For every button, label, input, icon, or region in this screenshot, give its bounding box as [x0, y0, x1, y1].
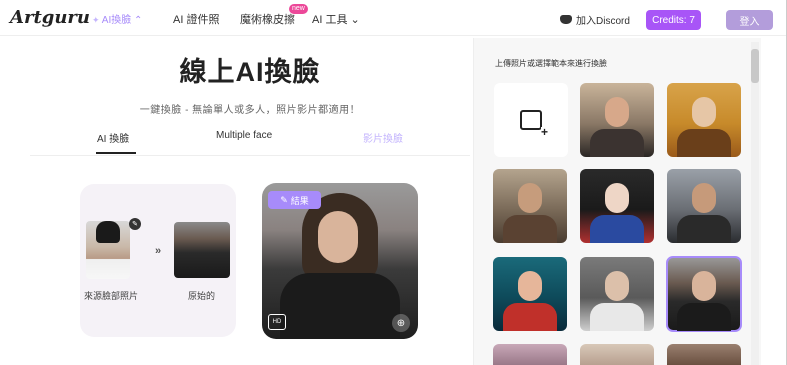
- tab-video-faceswap[interactable]: 影片換臉: [363, 130, 403, 145]
- top-header: Artguru ✦ AI換臉 ⌃ AI 證件照 魔術橡皮擦 new AI 工具 …: [0, 0, 787, 36]
- template-face: [518, 183, 542, 213]
- template-thumbnail[interactable]: [493, 344, 567, 365]
- template-thumbnail[interactable]: [667, 169, 741, 243]
- sparkle-icon: ✦: [92, 15, 100, 25]
- panel-scrollbar-thumb[interactable]: [751, 49, 759, 83]
- edit-icon[interactable]: ✎: [129, 218, 141, 230]
- source-face-image[interactable]: [86, 221, 130, 279]
- template-body: [503, 215, 557, 243]
- template-body: [590, 215, 644, 243]
- chevron-up-icon: ⌃: [134, 15, 143, 26]
- template-body: [590, 303, 644, 331]
- template-thumbnail[interactable]: [580, 344, 654, 365]
- nav-ai-faceswap-label: AI換臉: [101, 15, 132, 26]
- template-thumbnail-selected[interactable]: [666, 256, 742, 332]
- original-image[interactable]: [174, 222, 230, 278]
- result-badge: ✎ 結果: [268, 191, 321, 209]
- hd-icon[interactable]: HD: [268, 314, 286, 330]
- add-image-icon: [520, 110, 549, 137]
- wand-icon: ✎: [280, 194, 288, 205]
- login-button[interactable]: 登入: [726, 10, 773, 30]
- template-face: [605, 183, 629, 213]
- tab-multiple-face[interactable]: Multiple face: [216, 130, 272, 141]
- tab-ai-faceswap[interactable]: AI 換臉: [97, 130, 129, 145]
- source-face-label: 來源臉部照片: [84, 291, 139, 301]
- nav-magic-eraser[interactable]: 魔術橡皮擦: [240, 11, 295, 27]
- template-thumbnail[interactable]: [580, 257, 654, 331]
- template-face: [605, 271, 629, 301]
- result-badge-label: 結果: [290, 195, 309, 206]
- template-body: [503, 303, 557, 331]
- template-panel-hint: 上傳照片或選擇範本來進行換臉: [495, 59, 607, 68]
- template-body: [590, 129, 644, 157]
- panel-scrollbar[interactable]: [751, 42, 759, 365]
- new-badge: new: [289, 4, 308, 14]
- source-hair: [96, 221, 120, 243]
- result-jacket: [280, 273, 400, 339]
- mode-tabs: AI 換臉 Multiple face 影片換臉: [30, 126, 470, 156]
- template-body: [677, 129, 731, 157]
- nav-ai-tools-label: AI 工具: [312, 14, 348, 26]
- discord-label: 加入Discord: [576, 16, 630, 27]
- template-thumbnail[interactable]: [667, 344, 741, 365]
- page-subtitle: 一鍵換臉 - 無論單人或多人，照片影片都適用！: [139, 105, 361, 116]
- result-face: [318, 211, 358, 263]
- template-face: [692, 97, 716, 127]
- chevron-down-icon: ⌄: [350, 14, 360, 26]
- template-face: [518, 271, 542, 301]
- join-discord-link[interactable]: 加入Discord: [560, 12, 630, 27]
- template-body: [677, 215, 731, 243]
- template-thumbnail[interactable]: [580, 83, 654, 157]
- template-body: [677, 303, 731, 331]
- template-face: [692, 271, 716, 301]
- template-thumbnail[interactable]: [580, 169, 654, 243]
- template-thumbnail[interactable]: [493, 169, 567, 243]
- credits-button[interactable]: Credits: 7: [646, 10, 701, 30]
- original-label: 原始的: [188, 291, 216, 301]
- active-tab-indicator: [96, 152, 136, 154]
- nav-ai-faceswap[interactable]: ✦ AI換臉 ⌃: [92, 11, 142, 26]
- template-face: [692, 183, 716, 213]
- zoom-icon[interactable]: ⊕: [392, 314, 410, 332]
- template-thumbnail[interactable]: [667, 83, 741, 157]
- upload-image-button[interactable]: [494, 83, 568, 157]
- template-face: [605, 97, 629, 127]
- arrow-icon: »: [155, 245, 162, 257]
- nav-ai-photo[interactable]: AI 證件照: [173, 11, 219, 27]
- artguru-logo[interactable]: Artguru: [10, 7, 90, 28]
- page-title: 線上AI換臉: [179, 57, 321, 87]
- nav-ai-tools[interactable]: AI 工具 ⌄: [312, 11, 360, 27]
- discord-icon: [560, 15, 572, 24]
- template-thumbnail[interactable]: [493, 257, 567, 331]
